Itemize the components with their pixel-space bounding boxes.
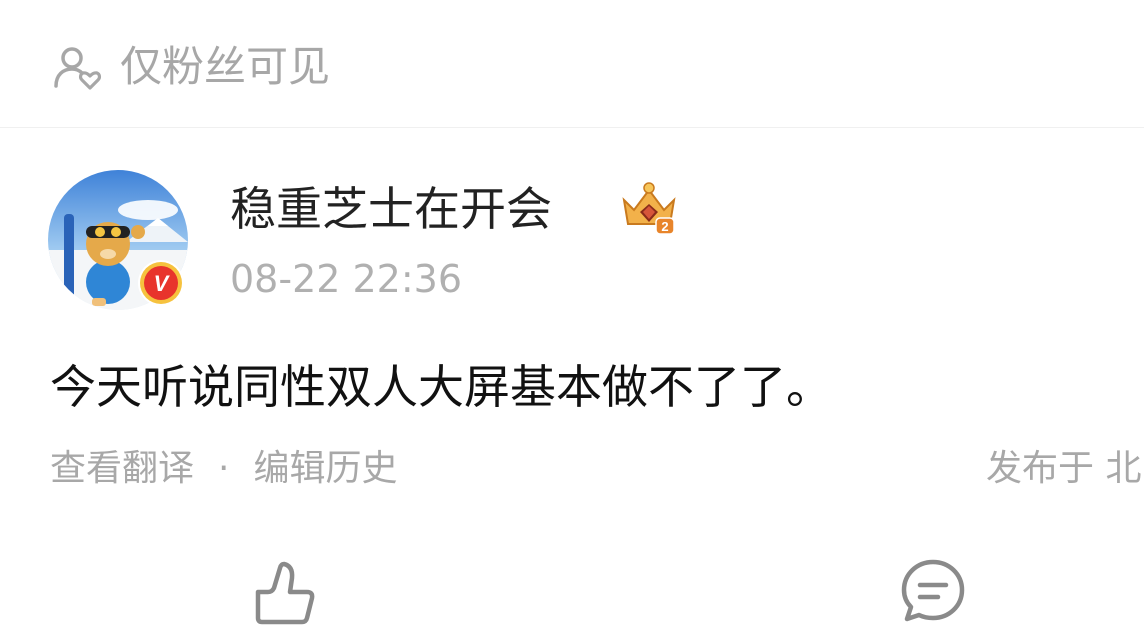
fans-only-icon [54,47,102,90]
author-name[interactable]: 稳重芝士在开会 [230,180,552,238]
edit-history-link[interactable]: 编辑历史 [253,444,397,494]
published-location: 发布于 北 [986,448,1142,489]
svg-text:2: 2 [661,219,668,234]
post-timestamp: 08-22 22:36 [230,257,463,301]
visibility-label: 仅粉丝可见 [120,42,331,91]
verified-badge-letter: V [154,271,171,296]
thumbs-up-icon[interactable] [248,556,318,626]
crown-level-badge-icon: 2 [622,182,676,235]
visibility-bar: 仅粉丝可见 [0,0,1144,128]
post-meta-actions: 查看翻译 · 编辑历史 [50,444,397,494]
verified-badge: V [138,260,184,306]
comment-icon[interactable] [898,556,968,626]
translate-link[interactable]: 查看翻译 [50,444,194,494]
post-content: 今天听说同性双人大屏基本做不了了。 [50,360,832,414]
meta-separator: · [218,448,230,489]
